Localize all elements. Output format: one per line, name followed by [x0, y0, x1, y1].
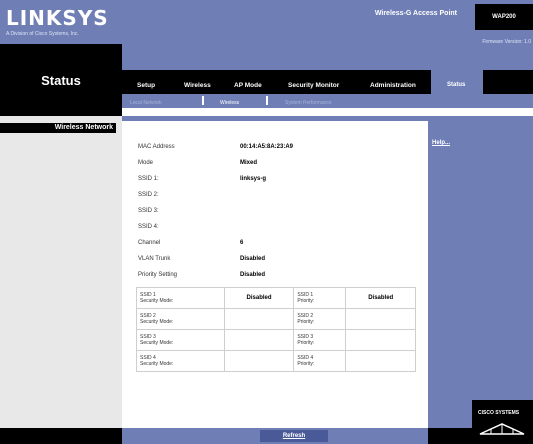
nav-tab-wireless[interactable]: Wireless [184, 82, 211, 89]
table-row: SSID 1 Security Mode: Disabled SSID 1 Prio… [136, 287, 416, 309]
subnav-separator [202, 96, 204, 105]
cisco-logo-text: CISCO SYSTEMS [478, 410, 520, 416]
left-column [0, 116, 122, 428]
product-name: Wireless-G Access Point [374, 10, 457, 17]
security-table: SSID 1 Security Mode: Disabled SSID 1 Prio… [136, 287, 416, 372]
field-value-channel: 6 [240, 240, 244, 246]
subnav-system-performance[interactable]: System Performance [285, 100, 332, 106]
help-column [428, 116, 533, 428]
field-label-ssid3: SSID 3: [138, 208, 159, 214]
field-label-mac: MAC Address [138, 144, 175, 150]
field-label-ssid2: SSID 2: [138, 192, 159, 198]
field-value-priority: Disabled [240, 272, 266, 278]
nav-tab-ap-mode[interactable]: AP Mode [234, 82, 262, 89]
field-label-priority: Priority Setting [138, 272, 178, 278]
page-title: Status [41, 73, 81, 88]
linksys-logo: LINKSYS [6, 6, 109, 30]
cisco-bridge-icon [479, 423, 525, 435]
help-link[interactable]: Help... [432, 140, 450, 146]
nav-tab-administration[interactable]: Administration [370, 82, 416, 89]
model-badge: WAP200 [475, 4, 533, 30]
table-cell-ssid-mode: SSID 3 Security Mode: [136, 329, 225, 351]
field-label-ssid1: SSID 1: [138, 176, 159, 182]
table-cell-mode-value [223, 329, 295, 351]
table-cell-priority-value: Disabled [345, 287, 416, 309]
field-label-vlan: VLAN Trunk [138, 256, 171, 262]
table-cell-mode-value [223, 308, 295, 330]
table-cell-ssid-mode: SSID 1 Security Mode: [136, 287, 225, 309]
nav-tab-setup[interactable]: Setup [137, 82, 155, 89]
table-cell-mode-value: Disabled [223, 287, 295, 309]
refresh-button[interactable]: Refresh [260, 430, 328, 442]
section-title: Wireless Network [0, 123, 116, 133]
table-cell-ssid-mode: SSID 2 Security Mode: [136, 308, 225, 330]
table-cell-ssid-priority: SSID 1 Priority: [293, 287, 347, 309]
table-cell-priority-value [345, 350, 416, 372]
table-cell-priority-value [345, 308, 416, 330]
table-row: SSID 4 Security Mode: SSID 4 Priority: [136, 350, 416, 372]
footer-left [0, 428, 122, 444]
table-row: SSID 2 Security Mode: SSID 2 Priority: [136, 308, 416, 330]
field-value-vlan: Disabled [240, 256, 266, 262]
table-cell-ssid-priority: SSID 4 Priority: [293, 350, 347, 372]
field-label-mode: Mode [138, 160, 154, 166]
field-value-ssid1: linksys-g [240, 176, 267, 182]
table-cell-ssid-mode: SSID 4 Security Mode: [136, 350, 225, 372]
field-label-ssid4: SSID 4: [138, 224, 159, 230]
nav-tab-status[interactable]: Status [447, 82, 465, 88]
nav-tab-security-monitor[interactable]: Security Monitor [288, 82, 339, 89]
product-strip [122, 44, 533, 70]
field-value-mac: 00:14:A5:8A:23:A9 [240, 144, 294, 150]
field-label-channel: Channel [138, 240, 161, 246]
field-value-mode: Mixed [240, 160, 258, 166]
logo-subtitle: A Division of Cisco Systems, Inc. [6, 31, 79, 37]
table-cell-ssid-priority: SSID 3 Priority: [293, 329, 347, 351]
subnav-wireless[interactable]: Wireless [220, 100, 239, 106]
subnav-local-network[interactable]: Local Network [130, 100, 162, 106]
subnav-separator [266, 96, 268, 105]
table-cell-ssid-priority: SSID 2 Priority: [293, 308, 347, 330]
table-cell-mode-value [223, 350, 295, 372]
table-cell-priority-value [345, 329, 416, 351]
table-row: SSID 3 Security Mode: SSID 3 Priority: [136, 329, 416, 351]
